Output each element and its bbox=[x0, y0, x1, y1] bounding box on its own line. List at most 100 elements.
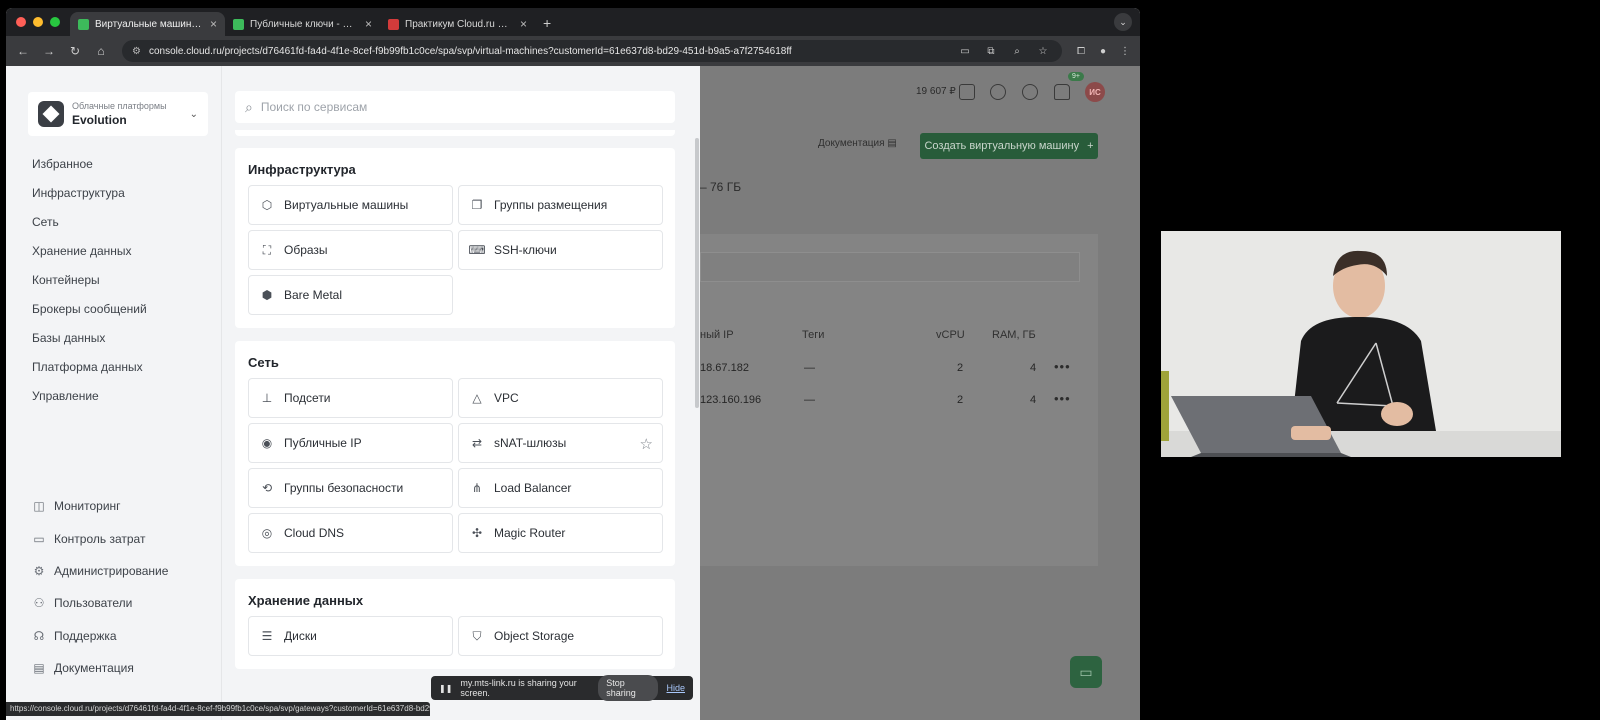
utility-nav-item[interactable]: ⚙ Администрирование bbox=[32, 555, 169, 587]
utility-nav-item[interactable]: ◫ Мониторинг bbox=[32, 490, 168, 522]
extensions-icon[interactable]: ⧠ bbox=[1072, 42, 1090, 60]
category-item[interactable]: Инфраструктура bbox=[32, 179, 147, 208]
row2-more-icon[interactable]: ••• bbox=[1054, 391, 1071, 406]
cast-icon[interactable]: ▭ bbox=[956, 42, 974, 60]
back-arrow-icon[interactable]: ← bbox=[12, 40, 34, 62]
documentation-link[interactable]: Документация ▤ bbox=[818, 138, 897, 149]
address-bar[interactable]: ⚙ console.cloud.ru/projects/d76461fd-fa4… bbox=[122, 40, 1062, 62]
create-vm-button[interactable]: Создать виртуальную машину + bbox=[920, 133, 1098, 159]
utility-nav-item[interactable]: ⚇ Пользователи bbox=[32, 587, 168, 619]
service-label: Object Storage bbox=[494, 629, 575, 643]
service-label: Группы безопасности bbox=[284, 481, 404, 495]
forward-arrow-icon[interactable]: → bbox=[38, 40, 60, 62]
browser-menu-icon[interactable]: ⋮ bbox=[1116, 42, 1134, 60]
stop-sharing-button[interactable]: Stop sharing bbox=[598, 675, 659, 701]
service-tile[interactable]: ⛉ Object Storage bbox=[458, 616, 663, 656]
service-tile[interactable]: ⬢ Bare Metal bbox=[248, 275, 453, 315]
row1-ram: 4 bbox=[1030, 362, 1037, 374]
utility-nav-label: Пользователи bbox=[54, 596, 133, 611]
close-tab-icon[interactable]: × bbox=[520, 17, 527, 31]
browser-tab-2[interactable]: Публичные ключи - Cloud.ru × bbox=[225, 12, 380, 36]
row2-ram: 4 bbox=[1030, 394, 1037, 406]
row1-more-icon[interactable]: ••• bbox=[1054, 359, 1071, 374]
close-window-button[interactable] bbox=[16, 17, 26, 27]
category-item[interactable]: Избранное bbox=[32, 150, 147, 179]
load-balancer-icon: ⋔ bbox=[471, 481, 483, 495]
chat-button[interactable]: ▭ bbox=[1070, 656, 1102, 688]
bucket-icon: ⛉ bbox=[472, 628, 482, 643]
zoom-icon[interactable]: ⌕ bbox=[1008, 42, 1026, 60]
bell-icon[interactable] bbox=[1054, 84, 1070, 100]
monitoring-icon: ◫ bbox=[33, 499, 45, 514]
service-search[interactable]: ⌕ bbox=[235, 91, 675, 123]
close-tab-icon[interactable]: × bbox=[365, 17, 372, 31]
service-tile[interactable]: ⋔ Load Balancer bbox=[458, 468, 663, 508]
new-tab-button[interactable]: + bbox=[535, 15, 559, 36]
wallet-icon[interactable] bbox=[959, 84, 975, 100]
minimize-window-button[interactable] bbox=[33, 17, 43, 27]
service-tile[interactable]: ✣ Magic Router bbox=[458, 513, 663, 553]
location-pin-icon: ◉ bbox=[261, 436, 273, 450]
plus-icon: + bbox=[1087, 140, 1094, 152]
browser-tab-1[interactable]: Виртуальные машины - Cloud.ru × bbox=[70, 12, 225, 36]
tab-title: Виртуальные машины - Cloud.ru bbox=[95, 18, 204, 30]
service-tile[interactable]: ◎ Cloud DNS bbox=[248, 513, 453, 553]
bookmark-star-icon[interactable]: ☆ bbox=[1034, 42, 1052, 60]
service-tile[interactable]: ⛶ Образы bbox=[248, 230, 453, 270]
browser-tab-3[interactable]: Практикум Cloud.ru Evolution × bbox=[380, 12, 535, 36]
service-label: Публичные IP bbox=[284, 436, 362, 450]
service-tile[interactable]: ⟲ Группы безопасности bbox=[248, 468, 453, 508]
service-tile[interactable]: ⇄ sNAT-шлюзы ☆ bbox=[458, 423, 663, 463]
category-item[interactable]: Сеть bbox=[32, 208, 147, 237]
row1-tags: — bbox=[804, 362, 815, 374]
translate-icon[interactable]: ⧉ bbox=[982, 42, 1000, 60]
vm-filter-field[interactable] bbox=[700, 252, 1080, 282]
site-info-icon[interactable]: ⚙ bbox=[132, 46, 141, 57]
service-tile[interactable]: ☰ Диски bbox=[248, 616, 453, 656]
avatar[interactable]: ИС bbox=[1085, 82, 1105, 102]
category-item[interactable]: Платформа данных bbox=[32, 353, 147, 382]
service-tile[interactable]: ⌨ SSH-ключи bbox=[458, 230, 663, 270]
utility-nav-item[interactable]: ▤ Документация bbox=[32, 652, 168, 684]
hide-share-bar-link[interactable]: Hide bbox=[666, 683, 685, 693]
category-item[interactable]: Управление bbox=[32, 382, 147, 411]
browser-window: Виртуальные машины - Cloud.ru×Публичные … bbox=[6, 8, 1140, 720]
close-tab-icon[interactable]: × bbox=[210, 17, 217, 31]
col-ip: ный IP bbox=[700, 329, 734, 341]
service-label: Виртуальные машины bbox=[284, 198, 409, 212]
tab-title: Практикум Cloud.ru Evolution bbox=[405, 18, 514, 30]
reload-icon[interactable]: ↻ bbox=[64, 40, 86, 62]
scrollbar[interactable] bbox=[695, 138, 699, 408]
webcam-video bbox=[1161, 231, 1561, 457]
service-tile[interactable]: △ VPC bbox=[458, 378, 663, 418]
favorite-star-icon[interactable]: ☆ bbox=[640, 435, 653, 453]
evolution-logo-icon bbox=[38, 101, 64, 127]
category-item[interactable]: Хранение данных bbox=[32, 237, 147, 266]
help-icon[interactable] bbox=[1022, 84, 1038, 100]
col-tags: Теги bbox=[802, 329, 825, 341]
platform-name: Evolution bbox=[72, 113, 127, 127]
services-panel: ⌕ Инфраструктура ⬡ Виртуальные машины ❐ Груп… bbox=[222, 66, 700, 720]
service-search-input[interactable] bbox=[260, 100, 665, 114]
tab-search-chevron-icon[interactable]: ⌄ bbox=[1114, 13, 1132, 31]
settings-gear-icon[interactable] bbox=[990, 84, 1006, 100]
category-item[interactable]: Контейнеры bbox=[32, 266, 147, 295]
maximize-window-button[interactable] bbox=[50, 17, 60, 27]
category-item[interactable]: Брокеры сообщений bbox=[32, 295, 147, 324]
service-tile[interactable]: ⊥ Подсети bbox=[248, 378, 453, 418]
headset-icon: ☊ bbox=[33, 628, 45, 643]
profile-icon[interactable]: ● bbox=[1094, 42, 1112, 60]
utility-nav-item[interactable]: ▭ Контроль затрат bbox=[32, 522, 168, 554]
subnet-icon: ⊥ bbox=[261, 391, 273, 405]
services-drawer: Облачные платформы Evolution ⌄ Избранное… bbox=[6, 66, 700, 720]
router-icon: ✣ bbox=[471, 526, 483, 540]
chevron-down-icon: ⌄ bbox=[189, 108, 198, 120]
platform-selector[interactable]: Облачные платформы Evolution ⌄ bbox=[28, 92, 208, 136]
home-icon[interactable]: ⌂ bbox=[90, 40, 112, 62]
service-tile[interactable]: ◉ Публичные IP bbox=[248, 423, 453, 463]
category-item[interactable]: Базы данных bbox=[32, 324, 147, 353]
utility-nav-item[interactable]: ☊ Поддержка bbox=[32, 620, 168, 652]
dns-icon: ◎ bbox=[261, 526, 273, 540]
service-tile[interactable]: ⬡ Виртуальные машины bbox=[248, 185, 453, 225]
service-tile[interactable]: ❐ Группы размещения bbox=[458, 185, 663, 225]
